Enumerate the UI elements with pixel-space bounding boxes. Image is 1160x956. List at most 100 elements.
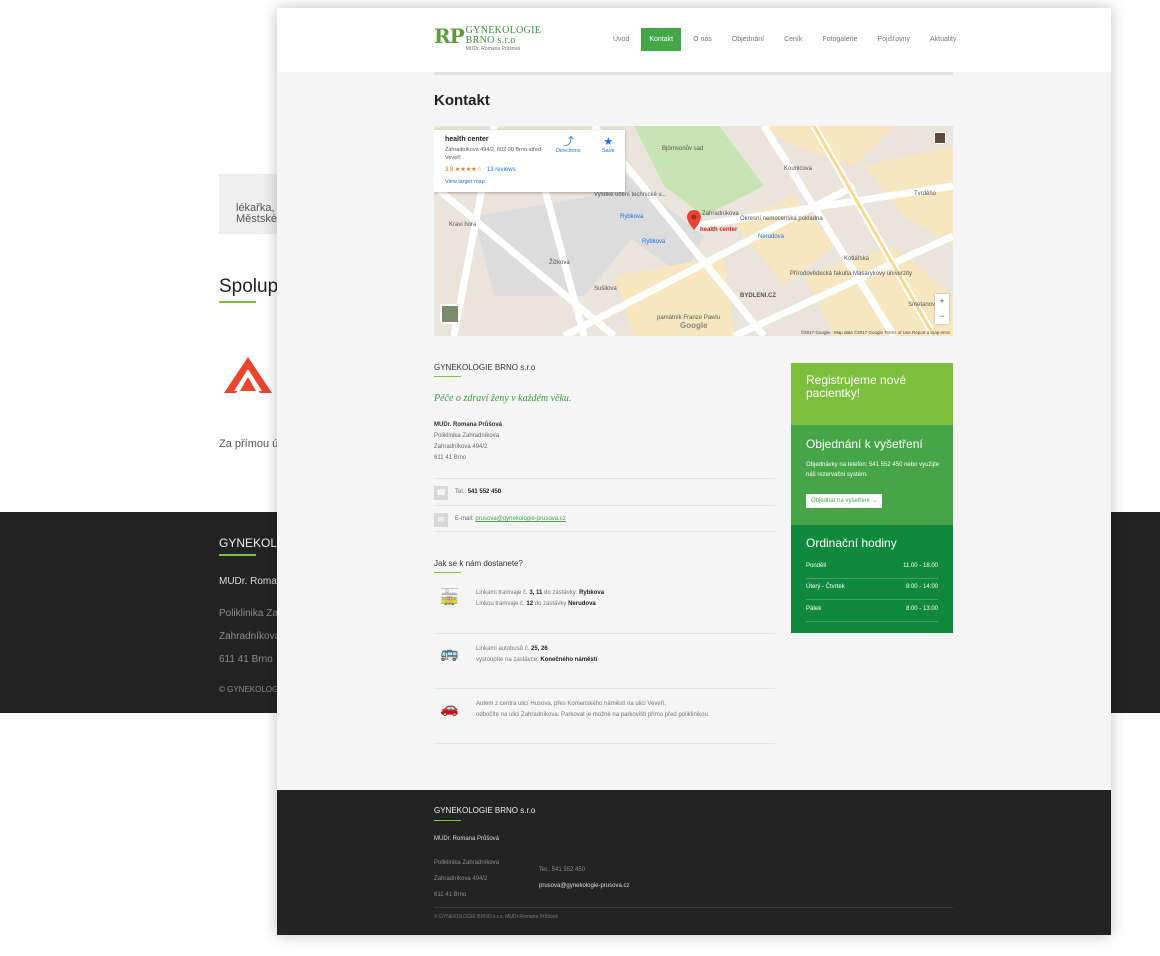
nav-objednani[interactable]: Objednání <box>722 28 774 51</box>
tram-lines: 3, 11 <box>529 590 543 596</box>
bus-text-b: vystoupíte na zastávce: <box>476 657 539 663</box>
envelope-icon: ✉ <box>434 513 448 527</box>
hours-row: Úterý - Čtvrtek 8:00 - 14:00 <box>806 579 938 600</box>
nav-o-nas[interactable]: O nás <box>683 28 722 51</box>
zoom-in-button[interactable]: + <box>935 294 949 309</box>
directions-button[interactable]: ⤴ Directions <box>556 136 580 154</box>
tram-row: 🚋 Linkami tramvaje č. 3, 11 do zastávky:… <box>434 578 775 634</box>
car-row: 🚗 Autem z centra ulicí Husova, přes Kome… <box>434 689 775 744</box>
footer-title: GYNEKOLOGIE BRNO s.r.o <box>434 806 536 815</box>
logo-mark-text: RP <box>434 24 465 48</box>
satellite-toggle[interactable] <box>440 304 460 324</box>
background-heading-rule <box>219 301 256 303</box>
tram-line-2: Linkou tramvaje č. 12 do zastávky Nerudo… <box>476 599 604 610</box>
page-title: Kontakt <box>434 92 490 109</box>
map-zoom-control: + − <box>935 294 949 324</box>
doctor-name: MUDr. Romana Průšová <box>434 422 503 428</box>
footer-email[interactable]: prusova@gynekologie-prusova.cz <box>539 883 629 889</box>
footer-address-line: Poliklinika Zahradníkova <box>434 860 500 866</box>
footer-phone[interactable]: Tel.: 541 552 450 <box>539 867 585 873</box>
hours-row: Pondělí 11.00 - 18.00 <box>806 558 938 579</box>
map-reviews-link[interactable]: 13 reviews <box>487 167 516 173</box>
office-hours-title: Ordinační hodiny <box>806 536 897 550</box>
map-attribution: ©2017 Google · Map data ©2017 Google Ter… <box>800 330 950 335</box>
map-label: Okresní nemocenská pokladna <box>740 216 823 222</box>
header-divider <box>434 72 953 75</box>
background-footer-rule <box>219 554 256 556</box>
footer-copyright: © GYNEKOLOGIE BRNO s.r.o, MUDr.Romana Pr… <box>434 914 558 920</box>
hours-time: 11.00 - 18.00 <box>903 563 938 569</box>
site-header: RP GYNEKOLOGIE BRNO s.r.o MUDr. Romana P… <box>277 8 1111 72</box>
register-text: Registrujeme nové pacientky! <box>806 373 907 400</box>
map-place-address: Zahradníkova 494/2, 602 00 Brno-střed-Ve… <box>445 147 543 161</box>
car-line-2: odbočíte na ulici Zahradníkova. Parkovat… <box>476 712 710 718</box>
background-footer-line: Poliklinika Zah <box>219 608 284 619</box>
map-pin-icon[interactable] <box>687 210 701 232</box>
map-user-avatar[interactable] <box>934 132 946 144</box>
tram-line-1: Linkami tramvaje č. 3, 11 do zastávky: R… <box>476 588 604 599</box>
main-nav: Úvod Kontakt O nás Objednání Ceník Fotog… <box>603 28 966 51</box>
company-slogan: Péče o zdraví ženy v každém věku. <box>434 393 572 404</box>
tram-text-d: do zastávky <box>534 601 567 607</box>
google-map[interactable]: Vysoké učení technické v... Björnsonův s… <box>434 126 953 336</box>
zoom-out-button[interactable]: − <box>935 309 949 324</box>
tram-stop: Rybkova <box>579 590 605 596</box>
order-button[interactable]: Objednat na vyšetření → <box>806 494 883 508</box>
map-label: Nerudova <box>758 234 785 240</box>
contact-page-card: RP GYNEKOLOGIE BRNO s.r.o MUDr. Romana P… <box>277 8 1111 935</box>
view-larger-map-link[interactable]: View larger map <box>445 179 614 185</box>
bus-text: Linkami autobusů č. 25, 26 vystoupíte na… <box>476 644 597 666</box>
nav-aktuality[interactable]: Aktuality <box>920 28 966 51</box>
google-logo: Google <box>680 321 708 330</box>
hours-day: Úterý - Čtvrtek <box>806 584 845 590</box>
directions-title-rule <box>434 572 461 573</box>
logo-line-2: BRNO s.r.o <box>465 35 516 46</box>
background-heading: Spolupr <box>219 276 285 297</box>
nav-fotogalerie[interactable]: Fotogalerie <box>812 28 867 51</box>
email-link[interactable]: prusova@gynekologie-prusova.cz <box>475 516 565 522</box>
bus-icon: 🚌 <box>440 645 459 662</box>
hours-row: Pátek 8:00 - 13:00 <box>806 601 938 622</box>
background-footer-doctor: MUDr. Roman <box>219 576 283 587</box>
email-row: ✉ E-mail: prusova@gynekologie-prusova.cz <box>434 505 775 532</box>
office-hours-box: Ordinační hodiny Pondělí 11.00 - 18.00 Út… <box>791 525 953 633</box>
logo-line-3: MUDr. Romana Průšová <box>465 46 520 52</box>
company-name: GYNEKOLOGIE BRNO s.r.o <box>434 363 536 372</box>
nav-uvod[interactable]: Úvod <box>603 28 639 51</box>
logo-mark: RP <box>434 24 465 48</box>
nav-cenik[interactable]: Ceník <box>774 28 812 51</box>
directions-icon: ⤴ <box>562 136 574 148</box>
map-label: Zahradníkova <box>702 211 739 217</box>
site-logo[interactable]: RP GYNEKOLOGIE BRNO s.r.o MUDr. Romana P… <box>434 26 541 53</box>
phone-number[interactable]: 541 552 450 <box>468 489 501 495</box>
hours-day: Pátek <box>806 606 822 612</box>
map-label: Kravi hora <box>449 222 477 228</box>
address-line: 611 41 Brno <box>434 455 467 461</box>
order-title: Objednání k vyšetření <box>806 437 923 451</box>
map-label: Přírodovědecká fakulta Masarykovy univer… <box>790 271 913 277</box>
email-text: E-mail: prusova@gynekologie-prusova.cz <box>455 516 566 522</box>
bus-line-1: Linkami autobusů č. 25, 26 <box>476 644 597 655</box>
bus-stop: Konečného náměstí <box>540 657 598 663</box>
bus-line-2: vystoupíte na zastávce: Konečného náměst… <box>476 655 597 666</box>
tram-text-b: do zastávky: <box>544 590 578 596</box>
car-icon: 🚗 <box>440 700 459 717</box>
car-text: Autem z centra ulicí Husova, přes Komens… <box>476 699 709 721</box>
map-label: Rybkova <box>620 214 644 220</box>
map-label: Björnsonův sad <box>662 146 704 152</box>
tram-icon: 🚋 <box>440 589 459 606</box>
register-box[interactable]: Registrujeme nové pacientky! <box>791 363 953 425</box>
logo-text: GYNEKOLOGIE BRNO s.r.o MUDr. Romana Průš… <box>466 26 542 53</box>
background-footer-line: Zahradníkova <box>219 631 281 642</box>
map-label: BYDLENI.CZ <box>740 293 776 299</box>
nav-pojistovny[interactable]: Pojišťovny <box>867 28 920 51</box>
map-label: Tvrdého <box>914 191 937 197</box>
map-place-name: health center <box>445 136 489 143</box>
nav-kontakt[interactable]: Kontakt <box>641 28 682 51</box>
footer-title-rule <box>434 820 461 821</box>
save-button[interactable]: ★ Save <box>602 136 615 154</box>
hours-day: Pondělí <box>806 563 827 569</box>
site-footer: GYNEKOLOGIE BRNO s.r.o MUDr. Romana Průš… <box>277 790 1111 935</box>
tram-text-c: Linkou tramvaje č. <box>476 601 525 607</box>
bus-text-a: Linkami autobusů č. <box>476 646 530 652</box>
